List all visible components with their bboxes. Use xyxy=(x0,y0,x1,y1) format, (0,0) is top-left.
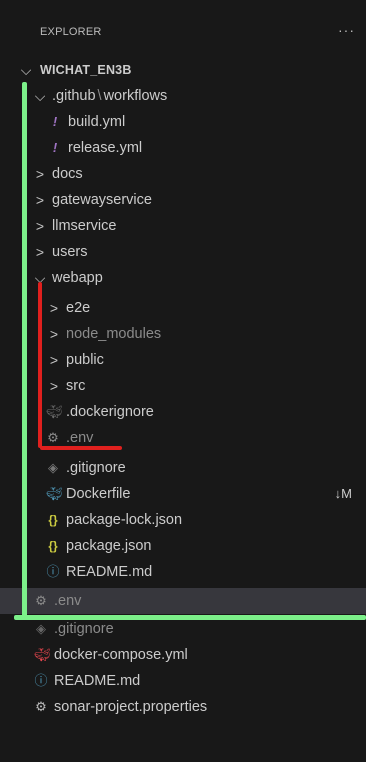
folder-label: users xyxy=(52,244,88,260)
tree-item-webapp-gitignore[interactable]: ◈ .gitignore xyxy=(0,455,366,481)
info-icon: ⓘ xyxy=(34,673,48,688)
file-label: .dockerignore xyxy=(66,404,154,420)
chevron-right-icon: > xyxy=(35,166,45,182)
folder-label: docs xyxy=(52,166,83,182)
tree-item-node-modules[interactable]: > node_modules xyxy=(0,321,366,347)
file-label: release.yml xyxy=(68,140,143,156)
tree-item-root-readme[interactable]: ⓘ README.md xyxy=(0,668,366,694)
tree-item-e2e[interactable]: > e2e xyxy=(0,295,366,321)
gear-icon: ⚙ xyxy=(35,593,47,608)
tree-item-llmservice[interactable]: > llmservice xyxy=(0,213,366,239)
json-icon: {} xyxy=(48,539,58,553)
folder-label: e2e xyxy=(66,300,91,316)
file-label: Dockerfile xyxy=(66,486,131,502)
gear-icon: ⚙ xyxy=(35,699,47,714)
chevron-down-icon: ⌵ xyxy=(34,88,46,104)
folder-label-workflows: workflows xyxy=(103,88,168,104)
tree-root-folder[interactable]: ⌵ WICHAT_EN3B xyxy=(0,57,366,83)
docker-compose-icon: 🐳︎ xyxy=(34,647,51,662)
tree-item-webapp[interactable]: ⌵ webapp xyxy=(0,265,366,291)
chevron-right-icon: > xyxy=(49,378,59,394)
folder-label: webapp xyxy=(52,270,103,286)
file-label: .env xyxy=(54,593,82,609)
ellipsis-icon[interactable]: ··· xyxy=(338,22,355,38)
tree-item-docs[interactable]: > docs xyxy=(0,161,366,187)
file-label: package-lock.json xyxy=(66,512,183,528)
tree-item-release-yml[interactable]: ! release.yml xyxy=(0,135,366,161)
yaml-file-icon: ! xyxy=(52,140,58,155)
folder-label: node_modules xyxy=(66,326,162,342)
tree-item-root-env[interactable]: ⚙ .env xyxy=(0,588,366,614)
path-separator: \ xyxy=(97,88,102,104)
folder-label: gatewayservice xyxy=(52,192,152,208)
green-annotation-vertical-line xyxy=(22,82,27,620)
tree-item-public[interactable]: > public xyxy=(0,347,366,373)
git-icon: ◈ xyxy=(48,460,58,475)
tree-item-webapp-dockerignore[interactable]: 🐳︎ .dockerignore xyxy=(0,399,366,425)
explorer-title: EXPLORER xyxy=(40,26,102,38)
folder-label: src xyxy=(66,378,86,394)
tree-item-sonar-properties[interactable]: ⚙ sonar-project.properties xyxy=(0,694,366,720)
file-label: package.json xyxy=(66,538,152,554)
chevron-down-icon: ⌵ xyxy=(20,62,32,78)
tree-item-webapp-readme[interactable]: ⓘ README.md xyxy=(0,559,366,585)
folder-label: llmservice xyxy=(52,218,117,234)
git-status-badge: ↓M xyxy=(334,486,352,501)
chevron-right-icon: > xyxy=(35,192,45,208)
chevron-right-icon: > xyxy=(35,218,45,234)
chevron-right-icon: > xyxy=(49,300,59,316)
explorer-header: EXPLORER ··· xyxy=(0,0,366,58)
green-annotation-horizontal-line xyxy=(14,615,366,620)
chevron-right-icon: > xyxy=(49,326,59,342)
file-label: .gitignore xyxy=(66,460,126,476)
docker-icon: 🐳︎ xyxy=(46,486,63,501)
tree-item-webapp-dockerfile[interactable]: 🐳︎ Dockerfile ↓M xyxy=(0,481,366,507)
docker-icon: 🐳︎ xyxy=(46,404,63,419)
yaml-file-icon: ! xyxy=(52,114,58,129)
file-label: README.md xyxy=(54,673,141,689)
info-icon: ⓘ xyxy=(46,564,60,579)
json-icon: {} xyxy=(48,513,58,527)
folder-label: public xyxy=(66,352,104,368)
file-label: docker-compose.yml xyxy=(54,647,188,663)
tree-item-build-yml[interactable]: ! build.yml xyxy=(0,109,366,135)
tree-item-package-json[interactable]: {} package.json xyxy=(0,533,366,559)
folder-label-github: .github xyxy=(52,88,96,104)
red-annotation-horizontal-line xyxy=(40,446,122,450)
tree-item-docker-compose[interactable]: 🐳︎ docker-compose.yml xyxy=(0,642,366,668)
tree-item-users[interactable]: > users xyxy=(0,239,366,265)
file-label: sonar-project.properties xyxy=(54,699,208,715)
tree-item-gatewayservice[interactable]: > gatewayservice xyxy=(0,187,366,213)
chevron-right-icon: > xyxy=(35,244,45,260)
tree-item-src[interactable]: > src xyxy=(0,373,366,399)
file-label: build.yml xyxy=(68,114,126,130)
red-annotation-vertical-line xyxy=(38,282,42,448)
tree-item-github-workflows[interactable]: ⌵ .github \ workflows xyxy=(0,83,366,109)
chevron-right-icon: > xyxy=(49,352,59,368)
file-label: README.md xyxy=(66,564,153,580)
root-folder-label: WICHAT_EN3B xyxy=(40,63,132,77)
tree-item-package-lock[interactable]: {} package-lock.json xyxy=(0,507,366,533)
